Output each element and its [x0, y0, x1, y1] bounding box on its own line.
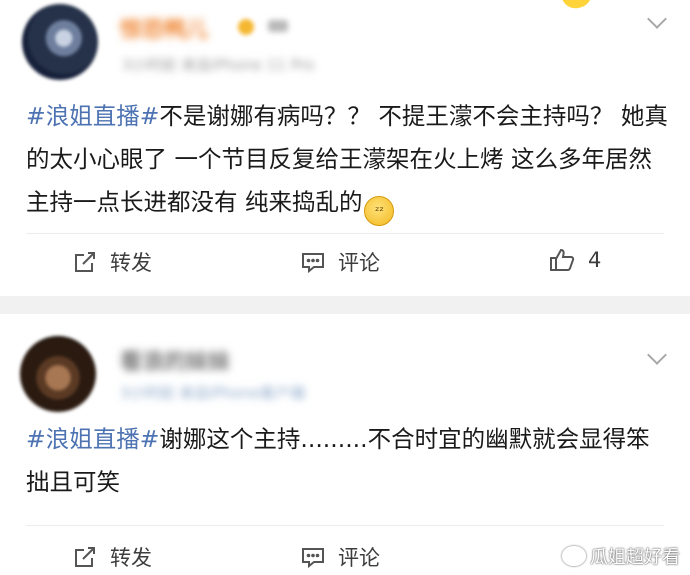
- comment-button[interactable]: 评论: [300, 542, 380, 572]
- avatar[interactable]: [20, 336, 96, 412]
- comment-button[interactable]: 评论: [300, 247, 380, 277]
- like-button[interactable]: 4: [548, 247, 601, 273]
- post-content: #浪姐直播#谢娜这个主持.........不合时宜的幽默就会显得笨拙且可笑: [26, 418, 670, 504]
- repost-label: 转发: [110, 546, 152, 570]
- level-badge-icon: [268, 20, 288, 32]
- divider: [26, 525, 664, 526]
- avatar[interactable]: [22, 4, 98, 80]
- vip-badge-icon: [238, 19, 254, 35]
- zzz-face-emoji-icon: ᶻᶻ: [364, 196, 395, 226]
- repost-icon: [72, 249, 98, 275]
- like-count: 4: [588, 248, 602, 272]
- comment-label: 评论: [338, 251, 380, 275]
- watermark-text: 瓜姐超好看: [590, 547, 680, 568]
- comment-icon: [300, 249, 326, 275]
- watermark: 瓜姐超好看: [562, 543, 680, 569]
- repost-icon: [72, 544, 98, 570]
- hashtag-link[interactable]: #浪姐直播#: [26, 102, 159, 130]
- chevron-down-icon[interactable]: [647, 9, 667, 29]
- repost-label: 转发: [110, 251, 152, 275]
- post-meta: 3小时前 来自iPhone客户端: [120, 384, 305, 402]
- comment-icon: [300, 544, 326, 570]
- chevron-down-icon[interactable]: [647, 345, 667, 365]
- repost-button[interactable]: 转发: [72, 542, 152, 572]
- thumbs-up-icon: [548, 247, 576, 273]
- feed-separator: [0, 296, 690, 314]
- comment-label: 评论: [338, 546, 380, 570]
- weibo-post: 看浪的妹妹 3小时前 来自iPhone客户端 #浪姐直播#谢娜这个主持.....…: [0, 314, 690, 575]
- divider: [26, 233, 664, 234]
- username[interactable]: 惊恐鸭儿: [120, 12, 208, 44]
- partial-emoji-icon: [560, 0, 594, 11]
- username[interactable]: 看浪的妹妹: [120, 344, 230, 376]
- hashtag-link[interactable]: #浪姐直播#: [26, 425, 159, 453]
- weibo-logo-icon: [562, 546, 586, 566]
- repost-button[interactable]: 转发: [72, 247, 152, 277]
- weibo-post: 惊恐鸭儿 3小时前 来自iPhone 11 Pro #浪姐直播#不是谢娜有病吗？…: [0, 0, 690, 296]
- post-meta: 3小时前 来自iPhone 11 Pro: [122, 56, 315, 74]
- post-content: #浪姐直播#不是谢娜有病吗？？ 不提王濛不会主持吗？ 她真的太小心眼了 一个节目…: [26, 95, 670, 226]
